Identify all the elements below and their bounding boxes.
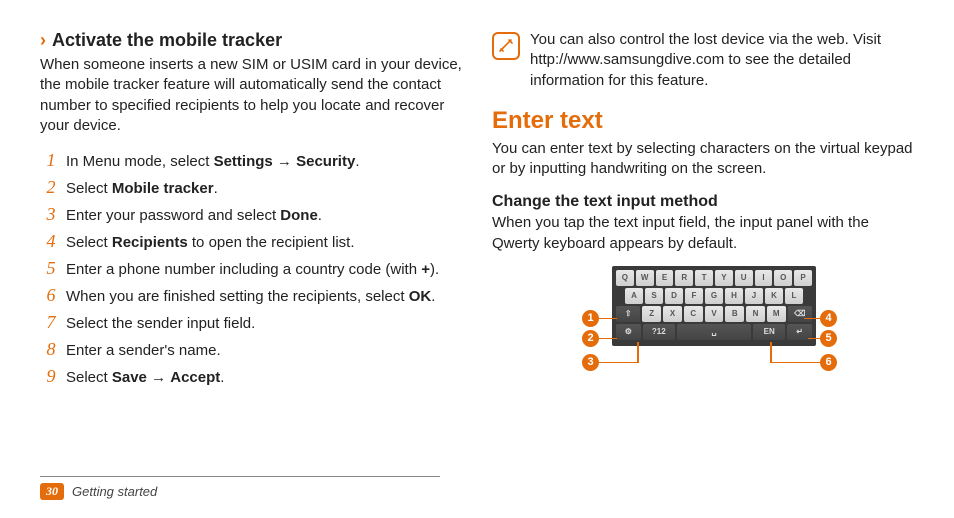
section-title: Enter text bbox=[492, 107, 914, 135]
left-column: › Activate the mobile tracker When someo… bbox=[40, 30, 462, 508]
step-item: 2Select Mobile tracker. bbox=[40, 175, 462, 202]
space-key: ␣ bbox=[677, 324, 751, 340]
kb-row-1: Q W E R T Y U I O P bbox=[616, 270, 812, 286]
key: S bbox=[645, 288, 663, 304]
callout-lead bbox=[770, 342, 772, 363]
keyboard: Q W E R T Y U I O P A S D F G H bbox=[612, 266, 816, 346]
callout-6: 6 bbox=[820, 354, 837, 371]
callout-5: 5 bbox=[820, 330, 837, 347]
callout-3: 3 bbox=[582, 354, 599, 371]
key: J bbox=[745, 288, 763, 304]
settings-key: ⚙ bbox=[616, 324, 641, 340]
callout-2: 2 bbox=[582, 330, 599, 347]
kb-row-2: A S D F G H J K L bbox=[616, 288, 812, 304]
key: C bbox=[684, 306, 703, 322]
step-item: 4Select Recipients to open the recipient… bbox=[40, 229, 462, 256]
step-number: 1 bbox=[40, 148, 62, 173]
callout-lead bbox=[637, 342, 639, 363]
step-number: 5 bbox=[40, 256, 62, 281]
note-text: You can also control the lost device via… bbox=[530, 30, 914, 91]
key: P bbox=[794, 270, 812, 286]
key: F bbox=[685, 288, 703, 304]
key: G bbox=[705, 288, 723, 304]
callout-lead bbox=[770, 362, 821, 364]
note-block: You can also control the lost device via… bbox=[492, 30, 914, 91]
step-item: 6When you are finished setting the recip… bbox=[40, 283, 462, 310]
shift-key: ⇧ bbox=[616, 306, 640, 322]
key: Y bbox=[715, 270, 733, 286]
subsection-header: › Activate the mobile tracker bbox=[40, 30, 462, 51]
key: K bbox=[765, 288, 783, 304]
step-number: 9 bbox=[40, 364, 62, 389]
callout-lead bbox=[599, 338, 617, 340]
step-number: 7 bbox=[40, 310, 62, 335]
kb-row-4: ⚙ ?12 ␣ EN ↵ bbox=[616, 324, 812, 340]
key: W bbox=[636, 270, 654, 286]
subsection-title: Activate the mobile tracker bbox=[52, 30, 282, 51]
key: A bbox=[625, 288, 643, 304]
callout-4: 4 bbox=[820, 310, 837, 327]
callout-lead bbox=[599, 318, 617, 320]
step-number: 8 bbox=[40, 337, 62, 362]
key: V bbox=[705, 306, 724, 322]
right-column: You can also control the lost device via… bbox=[492, 30, 914, 508]
kb-row-3: ⇧ Z X C V B N M ⌫ bbox=[616, 306, 812, 322]
backspace-key: ⌫ bbox=[788, 306, 812, 322]
steps-list: 1In Menu mode, select Settings → Securit… bbox=[40, 148, 462, 391]
lang-key: EN bbox=[753, 324, 785, 340]
intro-paragraph: When someone inserts a new SIM or USIM c… bbox=[40, 55, 462, 136]
key: U bbox=[735, 270, 753, 286]
key: I bbox=[755, 270, 773, 286]
key: M bbox=[767, 306, 786, 322]
step-number: 4 bbox=[40, 229, 62, 254]
section-intro: You can enter text by selecting characte… bbox=[492, 139, 914, 180]
page-footer: 30 Getting started bbox=[40, 476, 440, 500]
key: D bbox=[665, 288, 683, 304]
key: Z bbox=[642, 306, 661, 322]
step-item: 1In Menu mode, select Settings → Securit… bbox=[40, 148, 462, 175]
note-icon bbox=[492, 32, 520, 60]
step-number: 2 bbox=[40, 175, 62, 200]
key: T bbox=[695, 270, 713, 286]
subsection-intro: When you tap the text input field, the i… bbox=[492, 213, 914, 254]
callout-lead bbox=[804, 318, 821, 320]
key: H bbox=[725, 288, 743, 304]
key: N bbox=[746, 306, 765, 322]
keyboard-diagram: Q W E R T Y U I O P A S D F G H bbox=[492, 266, 914, 386]
key: X bbox=[663, 306, 682, 322]
key: O bbox=[774, 270, 792, 286]
callout-1: 1 bbox=[582, 310, 599, 327]
key: B bbox=[725, 306, 744, 322]
callout-lead bbox=[808, 338, 821, 340]
subsection-title: Change the text input method bbox=[492, 193, 914, 211]
step-number: 3 bbox=[40, 202, 62, 227]
callout-lead bbox=[599, 362, 637, 364]
footer-label: Getting started bbox=[72, 484, 157, 499]
step-item: 5Enter a phone number including a countr… bbox=[40, 256, 462, 283]
chevron-icon: › bbox=[40, 30, 46, 51]
symbols-key: ?12 bbox=[643, 324, 675, 340]
key: R bbox=[675, 270, 693, 286]
page-number: 30 bbox=[40, 483, 64, 500]
key: E bbox=[656, 270, 674, 286]
step-item: 9Select Save → Accept. bbox=[40, 364, 462, 391]
step-item: 3Enter your password and select Done. bbox=[40, 202, 462, 229]
key: Q bbox=[616, 270, 634, 286]
step-number: 6 bbox=[40, 283, 62, 308]
key: L bbox=[785, 288, 803, 304]
step-item: 7Select the sender input field. bbox=[40, 310, 462, 337]
step-item: 8Enter a sender's name. bbox=[40, 337, 462, 364]
